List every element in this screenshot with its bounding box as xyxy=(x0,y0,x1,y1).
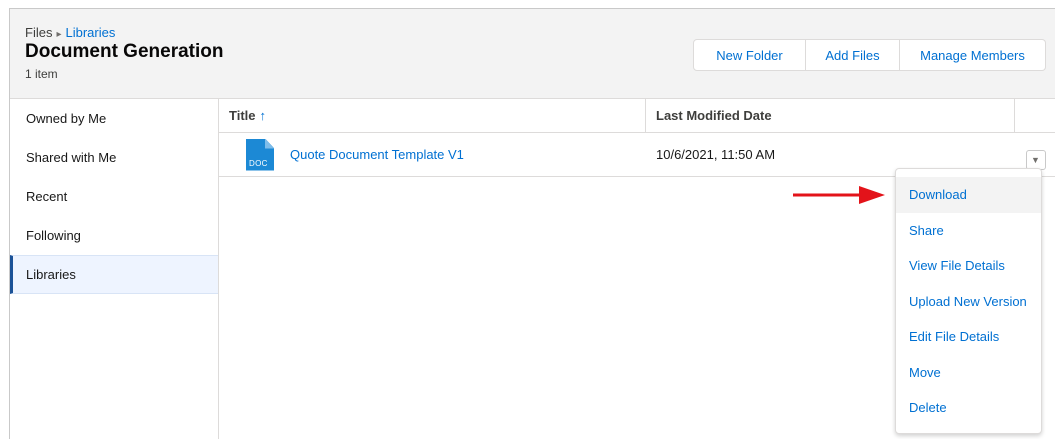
row-actions-menu: Download Share View File Details Upload … xyxy=(895,168,1042,434)
cell-title: DOC Quote Document Template V1 xyxy=(219,133,646,176)
page-header: Files ▸ Libraries Document Generation 1 it… xyxy=(10,9,1055,99)
menu-item-edit-file-details[interactable]: Edit File Details xyxy=(896,319,1041,355)
breadcrumb-libraries[interactable]: Libraries xyxy=(65,25,115,40)
menu-item-move[interactable]: Move xyxy=(896,355,1041,391)
row-actions-chevron-down-icon[interactable]: ▼ xyxy=(1025,149,1046,170)
item-count: 1 item xyxy=(25,67,58,81)
annotation-arrow-icon xyxy=(793,186,885,204)
column-title-label: Title xyxy=(229,108,256,123)
column-header-last-modified[interactable]: Last Modified Date xyxy=(646,99,1015,132)
sort-ascending-icon: ↑ xyxy=(259,108,267,123)
menu-item-view-file-details[interactable]: View File Details xyxy=(896,248,1041,284)
file-title-link[interactable]: Quote Document Template V1 xyxy=(290,147,464,162)
table-header: Title ↑ Last Modified Date xyxy=(219,99,1055,133)
add-files-button[interactable]: Add Files xyxy=(806,39,900,71)
doc-file-icon: DOC xyxy=(246,138,274,171)
header-button-group: New Folder Add Files Manage Members xyxy=(693,39,1046,71)
breadcrumb-files[interactable]: Files xyxy=(25,25,52,40)
page-title: Document Generation xyxy=(25,41,224,62)
sidebar-item-recent[interactable]: Recent xyxy=(10,177,218,216)
menu-item-download[interactable]: Download xyxy=(896,177,1041,213)
sidebar-item-shared-with-me[interactable]: Shared with Me xyxy=(10,138,218,177)
menu-item-share[interactable]: Share xyxy=(896,213,1041,249)
breadcrumb-separator-icon: ▸ xyxy=(56,29,62,40)
sidebar: Owned by Me Shared with Me Recent Follow… xyxy=(10,99,219,439)
new-folder-button[interactable]: New Folder xyxy=(693,39,806,71)
menu-item-delete[interactable]: Delete xyxy=(896,390,1041,426)
doc-icon-label: DOC xyxy=(249,158,268,168)
menu-item-upload-new-version[interactable]: Upload New Version xyxy=(896,284,1041,320)
column-header-title[interactable]: Title ↑ xyxy=(219,99,646,132)
sidebar-item-libraries[interactable]: Libraries xyxy=(10,255,218,294)
sidebar-item-owned-by-me[interactable]: Owned by Me xyxy=(10,99,218,138)
sidebar-item-following[interactable]: Following xyxy=(10,216,218,255)
manage-members-button[interactable]: Manage Members xyxy=(900,39,1046,71)
column-header-actions xyxy=(1015,99,1055,132)
breadcrumb: Files ▸ Libraries xyxy=(25,25,115,40)
